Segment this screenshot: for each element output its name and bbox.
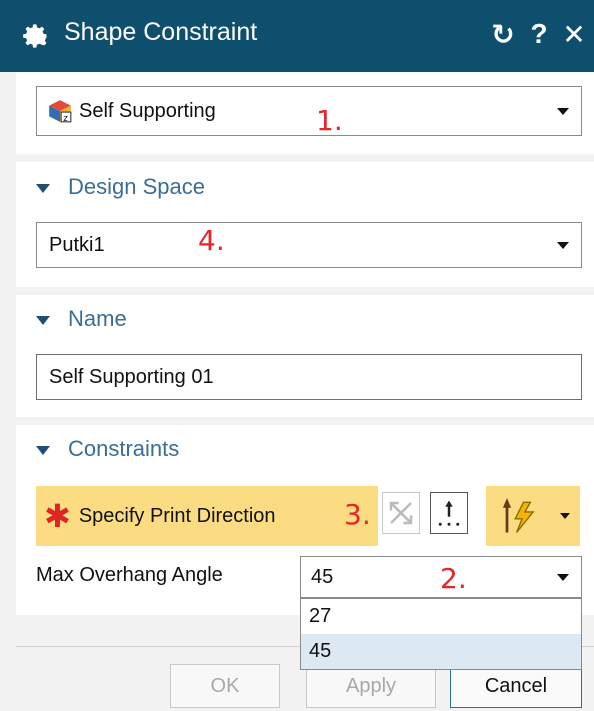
reverse-direction-button[interactable]: [382, 492, 420, 534]
max-overhang-options-list: 27 45: [300, 598, 582, 670]
max-overhang-angle-label: Max Overhang Angle: [36, 564, 223, 586]
inferred-vector-button[interactable]: [486, 486, 550, 546]
design-space-header[interactable]: Design Space: [36, 174, 205, 200]
vector-dialog-button[interactable]: [430, 492, 468, 534]
constraint-type-dropdown[interactable]: z Self Supporting: [36, 86, 582, 136]
design-space-dropdown[interactable]: Putki1: [36, 222, 582, 268]
design-space-heading: Design Space: [68, 174, 205, 199]
vector-options-dropdown[interactable]: [550, 486, 580, 546]
close-icon: ✕: [562, 18, 586, 50]
option-item[interactable]: 45: [301, 634, 581, 669]
collapse-triangle-icon: [36, 315, 50, 325]
chevron-down-icon: [557, 242, 569, 249]
constraints-heading: Constraints: [68, 436, 180, 461]
apply-button[interactable]: Apply: [306, 664, 436, 708]
self-supporting-cube-icon: z: [49, 100, 72, 124]
help-button[interactable]: ?: [524, 16, 554, 52]
vector-arrow-icon: [438, 500, 460, 526]
reset-icon: ↻: [491, 18, 515, 50]
svg-text:z: z: [63, 114, 68, 124]
required-asterisk-icon: ✱: [44, 498, 71, 534]
annotation-2: 2.: [440, 562, 467, 595]
reverse-direction-icon: [389, 501, 413, 525]
annotation-3: 3.: [344, 498, 371, 531]
option-item[interactable]: 27: [301, 599, 581, 634]
annotation-4: 4.: [198, 224, 225, 257]
collapse-triangle-icon: [36, 183, 50, 193]
dialog-title: Shape Constraint: [64, 18, 258, 46]
help-icon: ?: [530, 18, 548, 49]
ok-button[interactable]: OK: [170, 664, 280, 708]
max-overhang-angle-value: 45: [311, 565, 334, 588]
cancel-button[interactable]: Cancel: [450, 664, 582, 708]
lightning-vector-icon: [502, 498, 535, 533]
chevron-down-icon: [557, 574, 569, 581]
specify-print-direction-label: Specify Print Direction: [78, 504, 276, 527]
name-heading: Name: [68, 306, 127, 331]
gear-icon: [23, 24, 47, 48]
name-header[interactable]: Name: [36, 306, 127, 332]
chevron-down-icon: [560, 513, 570, 519]
dialog-titlebar: Shape Constraint ↻ ? ✕: [0, 0, 594, 72]
design-space-value: Putki1: [49, 233, 105, 256]
constraint-type-value: Self Supporting: [79, 99, 216, 122]
collapse-triangle-icon: [36, 445, 50, 455]
constraints-header[interactable]: Constraints: [36, 436, 179, 462]
close-button[interactable]: ✕: [556, 16, 592, 52]
specify-print-direction-row[interactable]: ✱ Specify Print Direction: [36, 486, 378, 546]
chevron-down-icon: [557, 108, 569, 115]
name-input[interactable]: Self Supporting 01: [36, 354, 582, 400]
annotation-1: 1.: [316, 104, 343, 137]
reset-button[interactable]: ↻: [486, 16, 520, 52]
